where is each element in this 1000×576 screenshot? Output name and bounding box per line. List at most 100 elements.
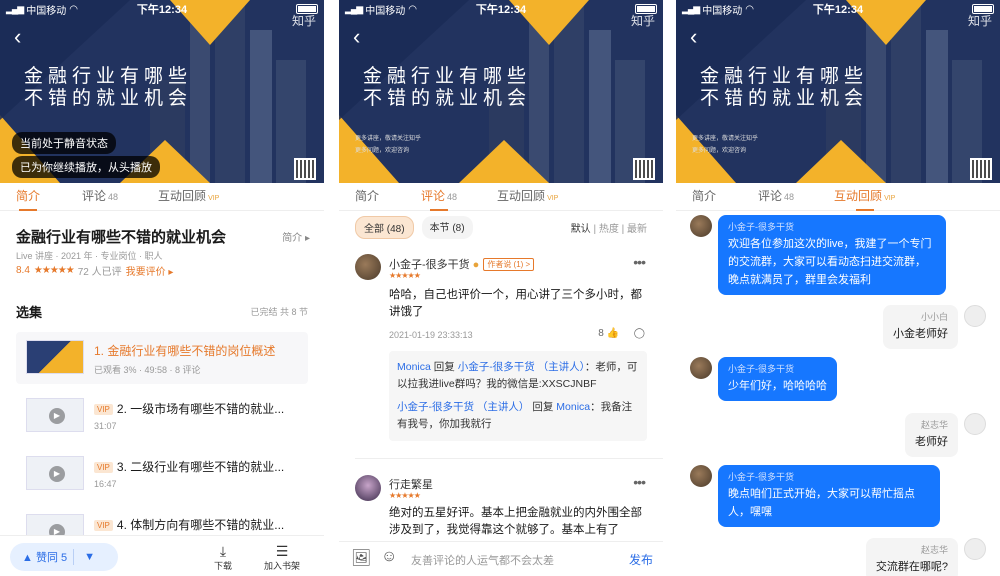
comment-author[interactable]: 小金子-很多干货 ● 作者说 (1) >	[389, 256, 535, 272]
comment-author[interactable]: 行走繁星	[389, 476, 433, 492]
divider	[355, 458, 663, 459]
status-bar: ▂▄▆ 中国移动 ◠ 下午12:34	[345, 2, 657, 17]
episode-title: 2. 一级市场有哪些不错的就业...	[116, 402, 285, 416]
reply-verb: 回复	[532, 401, 554, 413]
tab-bar: 简介 评论 48 互动回顾 VIP	[676, 183, 1000, 211]
tab-comments[interactable]: 评论 48	[758, 183, 794, 211]
comment-filter: 全部 (48) 本节 (8)	[355, 216, 473, 239]
episode-title: 3. 二级行业有哪些不错的就业...	[116, 460, 285, 474]
avatar[interactable]	[964, 305, 986, 327]
reply-target[interactable]: Monica	[556, 401, 590, 413]
sort-latest[interactable]: 最新	[627, 224, 647, 235]
vote-button[interactable]: ▲ 赞同 5 ▼	[10, 543, 118, 571]
sort-hot[interactable]: 热度	[599, 224, 619, 235]
reply-target[interactable]: 小金子-很多干货 （主讲人）	[458, 361, 585, 373]
filter-all-chip[interactable]: 全部 (48)	[355, 216, 414, 239]
downvote-button[interactable]: ▼	[74, 551, 95, 563]
star-rating-icon: ★★★★★	[33, 265, 75, 276]
like-count: 8	[598, 328, 604, 339]
course-meta: Live 讲座 · 2021 年 · 专业岗位 · 职人	[16, 251, 163, 261]
clock: 下午12:34	[812, 4, 864, 16]
avatar[interactable]	[690, 215, 712, 237]
publish-button[interactable]: 发布	[629, 551, 653, 568]
back-icon[interactable]: ‹	[14, 26, 21, 48]
mute-toast: 当前处于静音状态	[12, 132, 116, 154]
resume-toast: 已为你继续播放，从头播放	[12, 156, 160, 178]
tab-qa[interactable]: 互动回顾 VIP	[834, 183, 895, 211]
tab-qa[interactable]: 互动回顾 VIP	[158, 183, 219, 211]
rate-link[interactable]: 我要评价 ▸	[126, 263, 174, 278]
author-tag[interactable]: 作者说 (1) >	[483, 258, 535, 271]
intro-link[interactable]: 简介 ▸	[282, 229, 310, 244]
reply-icon[interactable]: ◯	[634, 328, 645, 339]
avatar[interactable]	[690, 465, 712, 487]
tab-comments[interactable]: 评论 48	[421, 183, 457, 211]
reply-box: Monica 回复 小金子-很多干货 （主讲人）：老师，可以拉我进live群吗？…	[389, 351, 647, 441]
brand-watermark: 知乎	[630, 14, 655, 28]
banner-title: 金融行业有哪些 不错的就业机会	[363, 66, 532, 109]
avatar[interactable]	[355, 254, 381, 280]
tab-intro[interactable]: 简介	[692, 183, 716, 211]
more-icon[interactable]: •••	[633, 474, 646, 490]
rating-count: 72 人已评	[77, 267, 122, 278]
brand-watermark: 知乎	[291, 14, 316, 28]
episode-meta: 已观看 3% · 49:58 · 8 评论	[94, 365, 201, 375]
message-text: 晚点咱们正式开始，大家可以帮忙摇点人，嘿嘿	[728, 488, 915, 518]
qr-code-icon	[294, 158, 316, 180]
filter-section-chip[interactable]: 本节 (8)	[421, 216, 473, 239]
episode-thumbnail: ▶	[26, 456, 84, 490]
download-icon: ⤓	[219, 543, 227, 559]
episode-thumbnail	[26, 340, 84, 374]
play-icon: ▶	[49, 408, 65, 424]
sender-name: 小金子-很多干货	[728, 472, 794, 482]
tab-intro[interactable]: 简介	[355, 183, 379, 211]
status-bar: ▂▄▆ 中国移动 ◠ 下午12:34	[6, 2, 318, 17]
sender-name: 小金子-很多干货	[728, 222, 794, 232]
bottom-action-bar: ▲ 赞同 5 ▼ ⤓ 下载 ☰ 加入书架	[0, 535, 324, 576]
avatar[interactable]	[355, 475, 381, 501]
image-icon[interactable]: 🖼	[351, 548, 371, 568]
comment-input[interactable]: 友善评论的人运气都不会太差	[411, 552, 554, 568]
sender-name: 赵志华	[920, 545, 948, 555]
clock: 下午12:34	[136, 4, 188, 16]
reply-item: 小金子-很多干货 （主讲人） 回复 Monica：我备注有我号，你加我就行	[397, 399, 639, 433]
message-text: 欢迎各位参加这次的live，我建了一个专门的交流群，大家可以看动态扫进交流群，晚…	[728, 238, 932, 286]
qr-code-icon	[633, 158, 655, 180]
screen-qa-review: ▂▄▆ 中国移动 ◠ 下午12:34 知乎 ‹ 金融行业有哪些 不错的就业机会 更…	[676, 0, 1000, 576]
play-icon: ▶	[49, 466, 65, 482]
episode-item[interactable]: 1. 金融行业有哪些不错的岗位概述 已观看 3% · 49:58 · 8 评论	[16, 332, 308, 384]
comment-text: 哈哈，自己也评价一个，用心讲了三个多小时，都讲饿了	[389, 289, 642, 318]
sender-name: 小小白	[920, 312, 948, 322]
avatar[interactable]	[964, 413, 986, 435]
screen-comments: ▂▄▆ 中国移动 ◠ 下午12:34 知乎 ‹ 金融行业有哪些 不错的就业机会 更…	[339, 0, 663, 576]
message-bubble: 赵志华 老师好	[905, 413, 958, 457]
reply-user[interactable]: 小金子-很多干货 （主讲人）	[397, 401, 529, 413]
message-text: 少年们好，哈哈哈哈	[728, 380, 827, 392]
clock: 下午12:34	[475, 4, 527, 16]
more-icon[interactable]: •••	[633, 254, 646, 270]
bookshelf-icon: ☰	[275, 543, 289, 559]
avatar[interactable]	[690, 357, 712, 379]
comment-actions: 8 👍 ◯	[598, 328, 645, 339]
message-bubble: 赵志华 交流群在哪呢?	[865, 538, 958, 576]
emoji-icon[interactable]: ☺	[381, 548, 397, 566]
episode-meta: 16:47	[94, 479, 117, 489]
tab-intro[interactable]: 简介	[16, 183, 40, 211]
download-button[interactable]: ⤓ 下载	[214, 543, 232, 572]
episode-item[interactable]: ▶ VIP 3. 二级行业有哪些不错的就业... 16:47	[16, 448, 308, 500]
avatar[interactable]	[964, 538, 986, 560]
section-title: 选集	[16, 305, 43, 320]
bookshelf-button[interactable]: ☰ 加入书架	[264, 543, 300, 572]
reply-user[interactable]: Monica	[397, 361, 431, 373]
episode-item[interactable]: ▶ VIP 2. 一级市场有哪些不错的就业... 31:07	[16, 390, 308, 442]
upvote-button[interactable]: ▲ 赞同 5	[10, 549, 75, 565]
badge-icon: ●	[472, 259, 480, 271]
course-title: 金融行业有哪些不错的就业机会	[16, 229, 227, 246]
sort-default[interactable]: 默认	[571, 224, 591, 235]
tab-comments[interactable]: 评论 48	[82, 183, 118, 211]
thumbs-up-icon[interactable]: 👍	[607, 328, 619, 339]
back-icon[interactable]: ‹	[690, 26, 697, 48]
vip-badge: VIP	[94, 520, 113, 531]
tab-qa[interactable]: 互动回顾 VIP	[497, 183, 558, 211]
back-icon[interactable]: ‹	[353, 26, 360, 48]
